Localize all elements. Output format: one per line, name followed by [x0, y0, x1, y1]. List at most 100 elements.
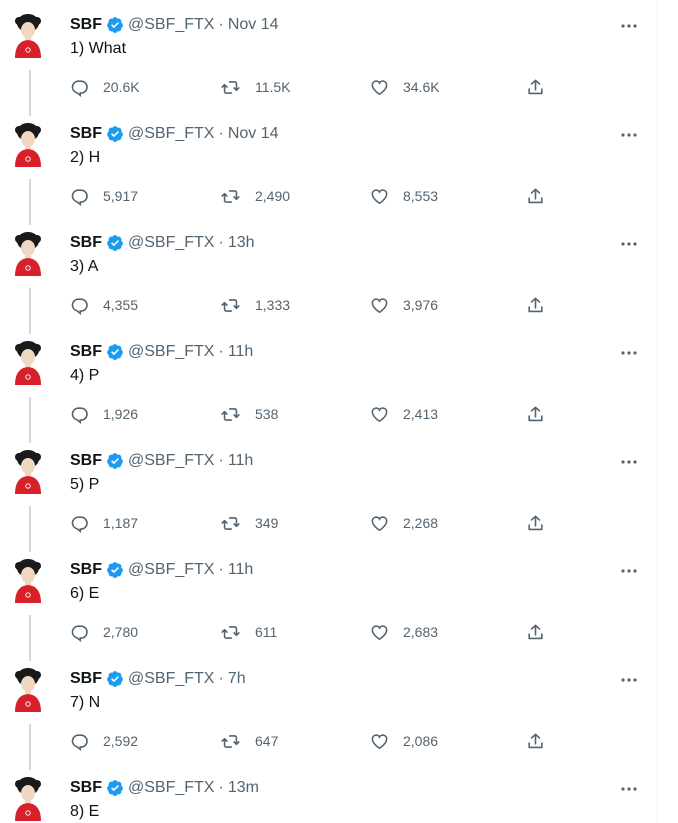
like-button[interactable]: 2,683: [370, 620, 438, 644]
retweet-count: 2,490: [255, 188, 291, 204]
share-button[interactable]: [526, 511, 545, 535]
display-name[interactable]: SBF: [70, 125, 102, 143]
verified-badge-icon: [106, 343, 124, 361]
user-handle[interactable]: @SBF_FTX: [128, 452, 214, 470]
more-options-button[interactable]: [614, 343, 644, 363]
share-icon: [526, 514, 545, 533]
tweet[interactable]: SBF @SBF_FTX · 13m 8) E: [0, 763, 658, 823]
tweet[interactable]: SBF @SBF_FTX · Nov 14 2) H 5,917 2,490 8…: [0, 109, 658, 225]
display-name[interactable]: SBF: [70, 779, 102, 797]
reply-button[interactable]: 1,926: [70, 402, 138, 426]
user-handle[interactable]: @SBF_FTX: [128, 234, 214, 252]
user-handle[interactable]: @SBF_FTX: [128, 670, 214, 688]
share-icon: [526, 405, 545, 424]
like-button[interactable]: 3,976: [370, 293, 438, 317]
timestamp[interactable]: 11h: [228, 452, 254, 470]
retweet-button[interactable]: 2,490: [220, 184, 290, 208]
more-options-button[interactable]: [614, 234, 644, 254]
like-button[interactable]: 8,553: [370, 184, 438, 208]
more-icon: [620, 350, 638, 356]
more-options-button[interactable]: [614, 779, 644, 799]
timestamp[interactable]: 11h: [228, 561, 254, 579]
like-count: 2,683: [403, 624, 439, 640]
avatar[interactable]: [12, 450, 44, 494]
reply-button[interactable]: 4,355: [70, 293, 138, 317]
display-name[interactable]: SBF: [70, 561, 102, 579]
tweet-text: 4) P: [70, 367, 100, 384]
reply-count: 2,592: [103, 733, 139, 749]
retweet-button[interactable]: 538: [220, 402, 278, 426]
timestamp[interactable]: 13m: [228, 779, 259, 797]
retweet-icon: [220, 623, 241, 642]
avatar[interactable]: [12, 668, 44, 712]
user-handle[interactable]: @SBF_FTX: [128, 125, 214, 143]
like-button[interactable]: 2,086: [370, 729, 438, 753]
more-options-button[interactable]: [614, 561, 644, 581]
share-icon: [526, 187, 545, 206]
separator-dot: ·: [218, 561, 224, 578]
heart-icon: [370, 405, 389, 424]
like-button[interactable]: 34.6K: [370, 75, 440, 99]
tweet-header: SBF @SBF_FTX · 11h: [70, 341, 253, 363]
reply-button[interactable]: 5,917: [70, 184, 138, 208]
retweet-icon: [220, 405, 241, 424]
user-handle[interactable]: @SBF_FTX: [128, 16, 214, 34]
avatar[interactable]: [12, 14, 44, 58]
more-options-button[interactable]: [614, 452, 644, 472]
reply-button[interactable]: 2,592: [70, 729, 138, 753]
avatar[interactable]: [12, 341, 44, 385]
share-icon: [526, 296, 545, 315]
more-options-button[interactable]: [614, 16, 644, 36]
verified-badge-icon: [106, 234, 124, 252]
tweet[interactable]: SBF @SBF_FTX · 11h 5) P 1,187 349 2,268: [0, 436, 658, 552]
share-button[interactable]: [526, 729, 545, 753]
retweet-button[interactable]: 349: [220, 511, 278, 535]
display-name[interactable]: SBF: [70, 452, 102, 470]
like-button[interactable]: 2,413: [370, 402, 438, 426]
retweet-count: 1,333: [255, 297, 291, 313]
avatar[interactable]: [12, 232, 44, 276]
share-button[interactable]: [526, 184, 545, 208]
timestamp[interactable]: 13h: [228, 234, 255, 252]
separator-dot: ·: [218, 234, 224, 251]
user-handle[interactable]: @SBF_FTX: [128, 779, 214, 797]
display-name[interactable]: SBF: [70, 234, 102, 252]
user-handle[interactable]: @SBF_FTX: [128, 343, 214, 361]
avatar[interactable]: [12, 123, 44, 167]
retweet-button[interactable]: 11.5K: [220, 75, 291, 99]
share-button[interactable]: [526, 293, 545, 317]
tweet[interactable]: SBF @SBF_FTX · 11h 4) P 1,926 538 2,413: [0, 327, 658, 443]
more-options-button[interactable]: [614, 670, 644, 690]
share-button[interactable]: [526, 75, 545, 99]
timestamp[interactable]: 11h: [228, 343, 254, 361]
avatar[interactable]: [12, 777, 44, 821]
reply-button[interactable]: 20.6K: [70, 75, 140, 99]
share-button[interactable]: [526, 620, 545, 644]
tweet-text: 5) P: [70, 476, 100, 493]
share-button[interactable]: [526, 402, 545, 426]
timestamp[interactable]: Nov 14: [228, 16, 279, 34]
reply-icon: [70, 296, 89, 315]
avatar[interactable]: [12, 559, 44, 603]
tweet[interactable]: SBF @SBF_FTX · 13h 3) A 4,355 1,333 3,97…: [0, 218, 658, 334]
tweet[interactable]: SBF @SBF_FTX · 11h 6) E 2,780 611 2,683: [0, 545, 658, 661]
timestamp[interactable]: 7h: [228, 670, 246, 688]
reply-count: 5,917: [103, 188, 139, 204]
retweet-button[interactable]: 611: [220, 620, 277, 644]
retweet-button[interactable]: 1,333: [220, 293, 290, 317]
more-options-button[interactable]: [614, 125, 644, 145]
retweet-button[interactable]: 647: [220, 729, 278, 753]
retweet-icon: [220, 296, 241, 315]
display-name[interactable]: SBF: [70, 670, 102, 688]
timestamp[interactable]: Nov 14: [228, 125, 279, 143]
display-name[interactable]: SBF: [70, 16, 102, 34]
user-handle[interactable]: @SBF_FTX: [128, 561, 214, 579]
heart-icon: [370, 296, 389, 315]
tweet[interactable]: SBF @SBF_FTX · 7h 7) N 2,592 647 2,086: [0, 654, 658, 770]
tweet[interactable]: SBF @SBF_FTX · Nov 14 1) What 20.6K 11.5…: [0, 0, 658, 116]
display-name[interactable]: SBF: [70, 343, 102, 361]
reply-button[interactable]: 1,187: [70, 511, 138, 535]
reply-button[interactable]: 2,780: [70, 620, 138, 644]
share-icon: [526, 732, 545, 751]
like-button[interactable]: 2,268: [370, 511, 438, 535]
